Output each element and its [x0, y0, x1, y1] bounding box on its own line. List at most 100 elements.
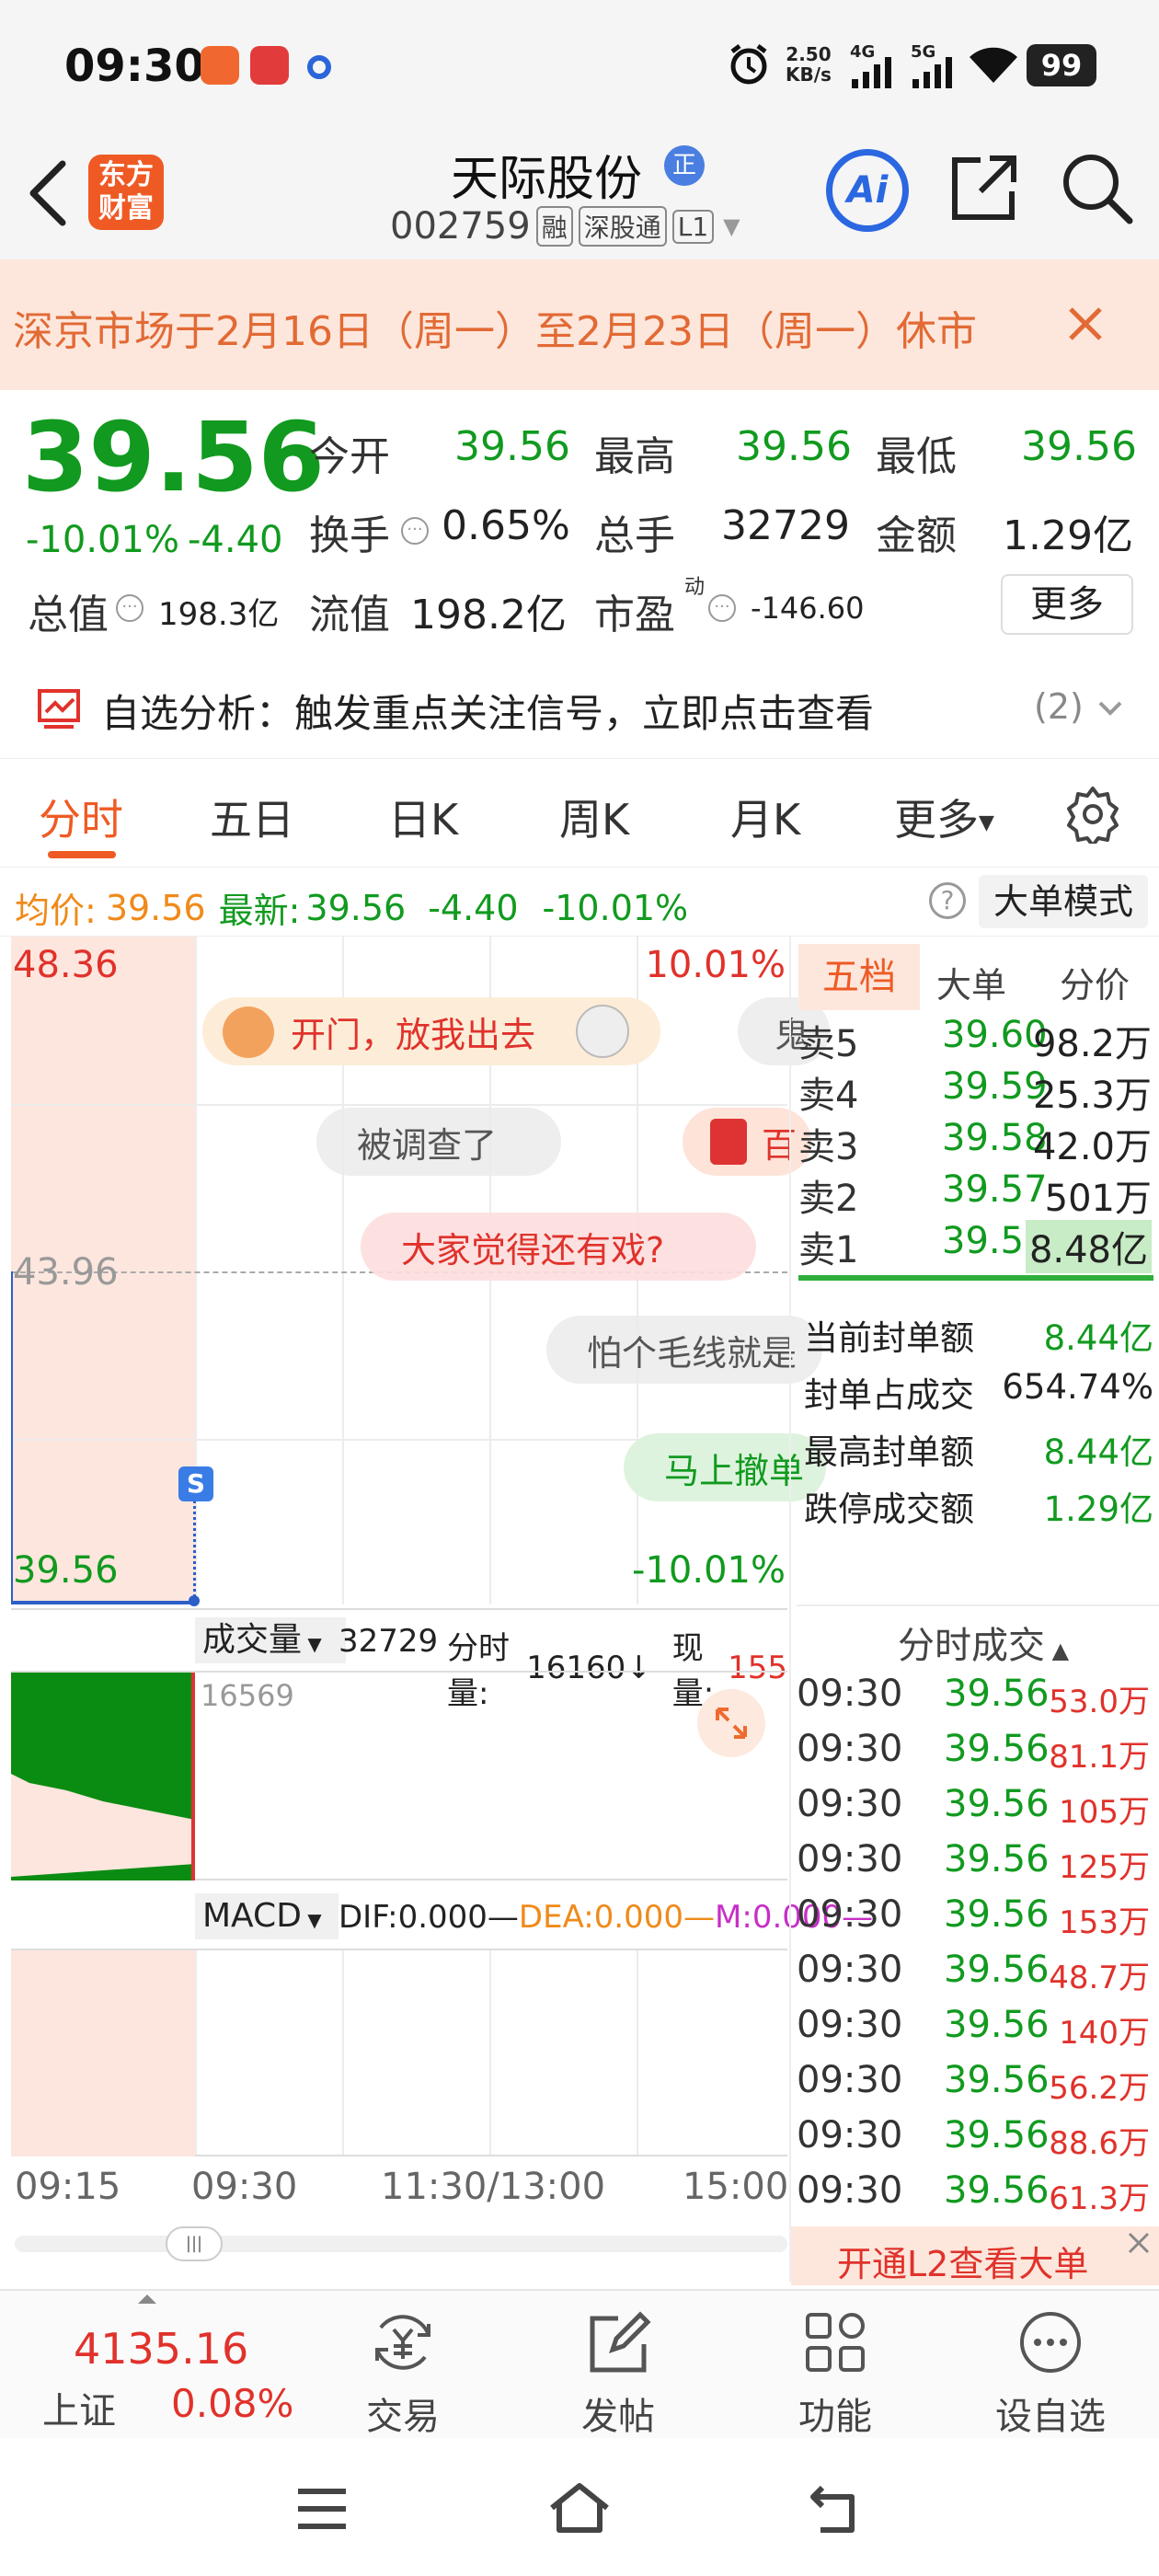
chevron-down-icon[interactable]: ▼: [723, 213, 740, 239]
tab-weekly-k[interactable]: 周K: [559, 787, 629, 847]
pct-axis-bottom: -10.01%: [632, 1549, 786, 1592]
caret-down-icon: ▼: [979, 811, 994, 834]
order-row: 卖2 39.57 501万: [798, 1168, 1152, 1220]
alarm-icon: [730, 44, 767, 85]
analysis-text: 自选分析：触发重点关注信号，立即点击查看: [101, 691, 875, 736]
panel-divider: [789, 937, 791, 2282]
comment-bubble[interactable]: 被调查了: [316, 1108, 561, 1176]
close-icon[interactable]: [1126, 2230, 1152, 2256]
ai-button[interactable]: Ai: [826, 149, 909, 232]
volume-label: 总手: [594, 512, 675, 559]
emoji-icon: [576, 1005, 629, 1058]
tab-big-orders[interactable]: 大单: [936, 957, 1006, 1007]
macd-dea: DEA:0.000: [518, 1899, 684, 1936]
comment-bubble[interactable]: 怕个毛线就是: [546, 1316, 822, 1384]
stock-name: 天际股份: [451, 152, 643, 207]
volume-bars: [11, 1673, 195, 1880]
caret-down-icon: ▼: [302, 1633, 322, 1655]
app-logo[interactable]: 东方 财富: [88, 155, 164, 230]
macd-legend: MACD ▼ DIF:0.000—DEA:0.000—M:0.000—: [11, 1886, 873, 1945]
scroll-handle[interactable]: |||: [166, 2226, 223, 2261]
order-row: 卖5 39.60 98.2万: [798, 1014, 1152, 1065]
macd-select[interactable]: MACD ▼: [195, 1893, 339, 1939]
tab-monthly-k[interactable]: 月K: [730, 787, 800, 847]
company-badge-icon: 正: [664, 145, 705, 186]
comment-bubble[interactable]: 大家觉得还有戏?: [361, 1213, 756, 1281]
pct-axis-top: 10.01%: [645, 944, 786, 986]
pe-label: 市盈: [594, 592, 675, 638]
order-row: 卖3 39.58 42.0万: [798, 1117, 1152, 1168]
add-watchlist-button[interactable]: 设自选: [968, 2300, 1133, 2447]
float-cap-label: 流值: [309, 592, 390, 638]
home-icon[interactable]: [546, 2480, 613, 2536]
price-dot: [189, 1595, 200, 1606]
tick-row: 09:30 39.56 153万: [797, 1893, 1150, 1941]
low-value: 39.56: [1021, 423, 1137, 470]
function-button[interactable]: 功能: [752, 2300, 918, 2447]
info-icon[interactable]: ···: [401, 517, 429, 545]
info-icon[interactable]: ···: [708, 594, 736, 622]
stat-row: 当前封单额 8.44亿: [804, 1318, 1153, 1358]
close-icon[interactable]: [1065, 304, 1106, 344]
trade-icon: [375, 2315, 430, 2370]
pe-value: -146.60: [751, 591, 865, 626]
latest-label: 最新:: [218, 891, 301, 931]
back-arrow-icon[interactable]: [26, 158, 70, 228]
big-order-mode-button[interactable]: 大单模式: [979, 875, 1148, 928]
search-icon[interactable]: [1058, 149, 1135, 226]
gear-icon[interactable]: [1063, 785, 1122, 844]
time-scrollbar[interactable]: |||: [15, 2226, 787, 2261]
info-icon[interactable]: ···: [116, 594, 143, 622]
tab-five-day[interactable]: 五日: [210, 787, 294, 847]
tab-price-dist[interactable]: 分价: [1060, 957, 1130, 1007]
comment-bubble[interactable]: 百: [683, 1108, 811, 1176]
x-label: 11:30/13:00: [381, 2166, 606, 2208]
stat-row: 封单占成交 654.74%: [804, 1367, 1153, 1415]
signal-icon: [912, 57, 952, 88]
volume-max-label: 16569: [201, 1678, 294, 1713]
tab-intraday[interactable]: 分时: [39, 787, 123, 847]
tick-row: 09:30 39.56 88.6万: [797, 2114, 1150, 2162]
index-pct[interactable]: 0.08%: [171, 2381, 293, 2426]
comment-bubble[interactable]: 马上撤单: [624, 1433, 826, 1501]
more-button[interactable]: 更多: [1001, 574, 1133, 635]
status-time: 09:30: [64, 40, 205, 92]
watchlist-analysis-row[interactable]: 自选分析：触发重点关注信号，立即点击查看 (2): [0, 666, 1159, 758]
index-name[interactable]: 上证: [42, 2381, 116, 2434]
menu-icon[interactable]: [294, 2486, 350, 2532]
tick-row: 09:30 39.56 105万: [797, 1783, 1150, 1831]
order-row: 卖4 39.59 25.3万: [798, 1065, 1152, 1117]
ticks-title[interactable]: 分时成交 ▲: [898, 1616, 1069, 1669]
signal-icon: [852, 57, 891, 88]
volume-total: 32729: [339, 1623, 439, 1660]
high-label: 最高: [594, 433, 675, 480]
macd-chart[interactable]: [11, 1949, 787, 2156]
intraday-chart[interactable]: S 48.36 43.96 39.56 10.01% -10.01% 开门，放我…: [11, 937, 830, 1606]
share-icon[interactable]: [947, 151, 1021, 224]
comment-bubble[interactable]: 开门，放我出去: [202, 997, 660, 1065]
amount-value: 1.29亿: [1003, 512, 1133, 559]
notice-text: 深京市场于2月16日（周一）至2月23日（周一）休市: [13, 308, 977, 355]
trade-button[interactable]: 交易: [320, 2300, 486, 2447]
market-notice-banner[interactable]: 深京市场于2月16日（周一）至2月23日（周一）休市: [0, 259, 1159, 390]
expand-icon: [716, 1708, 747, 1739]
expand-button[interactable]: [697, 1689, 765, 1757]
y-axis-mid: 43.96: [13, 1251, 119, 1294]
indicator-select[interactable]: 成交量 ▼: [195, 1617, 346, 1663]
tab-more[interactable]: 更多▼: [894, 787, 994, 847]
index-value[interactable]: 4135.16: [74, 2324, 248, 2374]
post-button[interactable]: 发帖: [535, 2300, 701, 2447]
back-icon[interactable]: [809, 2482, 865, 2534]
volume-chart[interactable]: 16569: [11, 1671, 787, 1880]
tab-daily-k[interactable]: 日K: [388, 787, 458, 847]
tick-row: 09:30 39.56 61.3万: [797, 2169, 1150, 2217]
help-icon[interactable]: ?: [929, 882, 966, 919]
sell-marker-icon[interactable]: S: [178, 1466, 213, 1501]
y-axis-top: 48.36: [13, 944, 119, 986]
pe-dynamic-sup: 动: [684, 576, 706, 599]
analysis-count: (2): [1034, 686, 1084, 727]
tab-five-levels[interactable]: 五档: [798, 944, 920, 1010]
l2-banner[interactable]: 开通L2查看大单: [791, 2226, 1159, 2285]
caret-up-icon: ▲: [1045, 1638, 1070, 1663]
connect-tag: 深股通: [578, 206, 667, 247]
